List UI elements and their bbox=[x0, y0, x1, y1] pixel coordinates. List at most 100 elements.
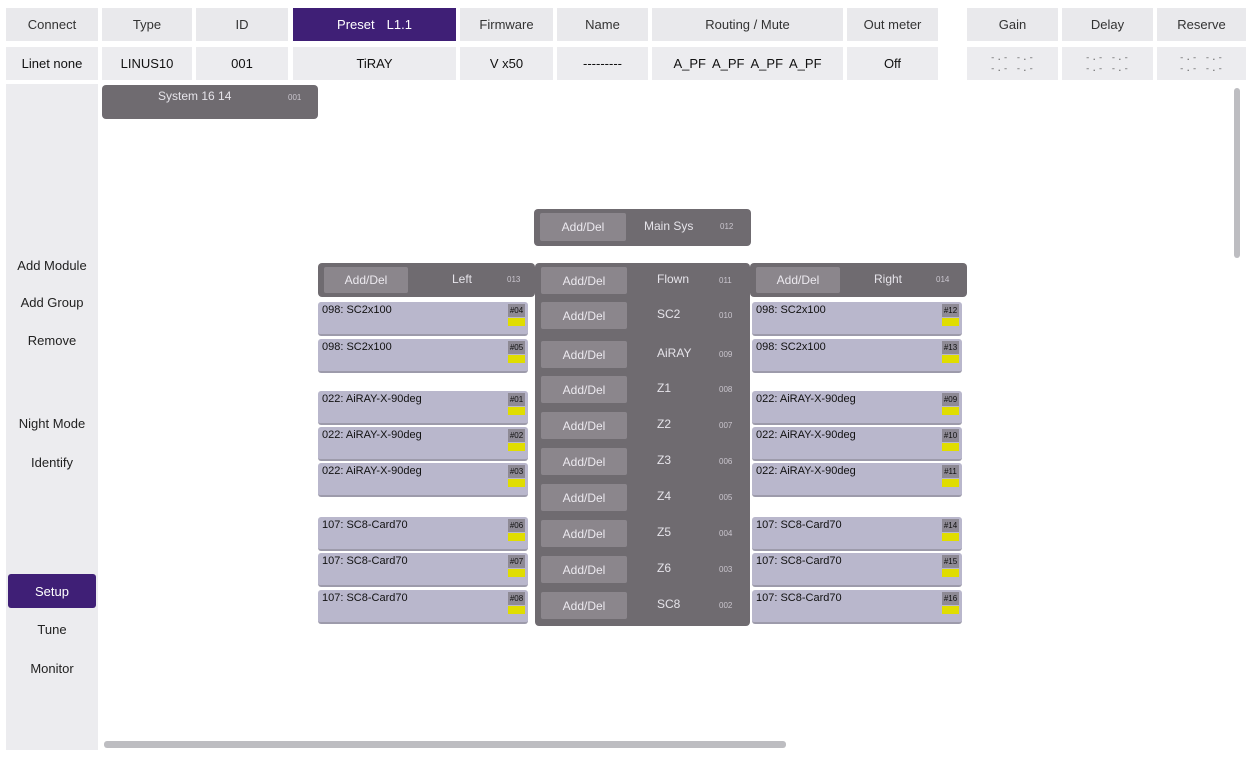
speaker-module[interactable]: 107: SC8-Card70 #14 bbox=[752, 517, 962, 551]
col-header-out-meter[interactable]: Out meter bbox=[847, 8, 938, 41]
speaker-module[interactable]: 098: SC2x100 #04 bbox=[318, 302, 528, 336]
system-group[interactable]: System 16 14 001 bbox=[102, 85, 318, 119]
subgroup-label: Z6 bbox=[657, 561, 672, 575]
preset-label: Preset bbox=[337, 17, 375, 32]
add-del-button[interactable]: Add/Del bbox=[756, 267, 840, 293]
identify-button[interactable]: Identify bbox=[6, 445, 98, 479]
add-del-button[interactable]: Add/Del bbox=[541, 267, 627, 294]
speaker-module[interactable]: 022: AiRAY-X-90deg #09 bbox=[752, 391, 962, 425]
routing-value[interactable]: A_PF bbox=[789, 56, 822, 71]
level-indicator bbox=[942, 479, 959, 487]
add-del-button[interactable]: Add/Del bbox=[541, 302, 627, 329]
subgroup-number: 006 bbox=[719, 457, 733, 466]
module-name: 022: AiRAY-X-90deg bbox=[756, 393, 856, 405]
night-mode-button[interactable]: Night Mode bbox=[6, 406, 98, 440]
add-del-button[interactable]: Add/Del bbox=[541, 341, 627, 368]
add-group-button[interactable]: Add Group bbox=[6, 285, 98, 319]
col-header-reserve[interactable]: Reserve bbox=[1157, 8, 1246, 41]
module-number: #05 bbox=[508, 341, 525, 354]
col-header-gain[interactable]: Gain bbox=[967, 8, 1058, 41]
speaker-module[interactable]: 022: AiRAY-X-90deg #01 bbox=[318, 391, 528, 425]
speaker-module[interactable]: 022: AiRAY-X-90deg #02 bbox=[318, 427, 528, 461]
header-bar: Connect Type ID Preset L1.1 Firmware Nam… bbox=[0, 0, 1246, 82]
horizontal-scrollbar[interactable] bbox=[104, 741, 786, 748]
gain-line: -.- -.- bbox=[990, 52, 1035, 63]
subgroup-number: 008 bbox=[719, 385, 733, 394]
speaker-module[interactable]: 022: AiRAY-X-90deg #11 bbox=[752, 463, 962, 497]
add-del-button[interactable]: Add/Del bbox=[541, 412, 627, 439]
remove-button[interactable]: Remove bbox=[6, 323, 98, 357]
out-meter-value[interactable]: Off bbox=[847, 47, 938, 80]
add-del-button[interactable]: Add/Del bbox=[541, 556, 627, 583]
module-name: 107: SC8-Card70 bbox=[756, 555, 842, 567]
module-number: #14 bbox=[942, 519, 959, 532]
preset-value-cell[interactable]: TiRAY bbox=[293, 47, 456, 80]
speaker-module[interactable]: 107: SC8-Card70 #15 bbox=[752, 553, 962, 587]
add-module-button[interactable]: Add Module bbox=[6, 248, 98, 282]
subgroup-number: 010 bbox=[719, 311, 733, 320]
level-indicator bbox=[508, 533, 525, 541]
module-name: 022: AiRAY-X-90deg bbox=[322, 465, 422, 477]
col-header-id[interactable]: ID bbox=[196, 8, 288, 41]
add-del-button[interactable]: Add/Del bbox=[324, 267, 408, 293]
left-group[interactable]: Add/Del Left 013 bbox=[318, 263, 535, 297]
system-number: 001 bbox=[288, 93, 302, 102]
col-header-name[interactable]: Name bbox=[557, 8, 648, 41]
speaker-module[interactable]: 107: SC8-Card70 #07 bbox=[318, 553, 528, 587]
module-name: 022: AiRAY-X-90deg bbox=[756, 429, 856, 441]
module-name: 022: AiRAY-X-90deg bbox=[756, 465, 856, 477]
col-header-connect[interactable]: Connect bbox=[6, 8, 98, 41]
module-number: #07 bbox=[508, 555, 525, 568]
setup-tab[interactable]: Setup bbox=[8, 574, 96, 608]
reserve-line: -.- -.- bbox=[1179, 63, 1224, 74]
tune-tab[interactable]: Tune bbox=[6, 612, 98, 646]
module-number: #08 bbox=[508, 592, 525, 605]
module-name: 107: SC8-Card70 bbox=[322, 592, 408, 604]
module-name: 107: SC8-Card70 bbox=[322, 555, 408, 567]
vertical-scrollbar[interactable] bbox=[1234, 88, 1240, 258]
module-name: 098: SC2x100 bbox=[756, 304, 826, 316]
speaker-module[interactable]: 107: SC8-Card70 #06 bbox=[318, 517, 528, 551]
routing-value[interactable]: A_PF bbox=[673, 56, 706, 71]
add-del-button[interactable]: Add/Del bbox=[541, 448, 627, 475]
add-del-button[interactable]: Add/Del bbox=[541, 520, 627, 547]
module-number: #02 bbox=[508, 429, 525, 442]
main-sys-group[interactable]: Add/Del Main Sys 012 bbox=[534, 209, 751, 246]
speaker-module[interactable]: 022: AiRAY-X-90deg #03 bbox=[318, 463, 528, 497]
routing-value[interactable]: A_PF bbox=[712, 56, 745, 71]
speaker-module[interactable]: 022: AiRAY-X-90deg #10 bbox=[752, 427, 962, 461]
add-del-button[interactable]: Add/Del bbox=[541, 592, 627, 619]
col-header-preset[interactable]: Preset L1.1 bbox=[293, 8, 456, 41]
speaker-module[interactable]: 098: SC2x100 #12 bbox=[752, 302, 962, 336]
speaker-module[interactable]: 107: SC8-Card70 #08 bbox=[318, 590, 528, 624]
module-number: #13 bbox=[942, 341, 959, 354]
col-header-delay[interactable]: Delay bbox=[1062, 8, 1153, 41]
routing-value[interactable]: A_PF bbox=[751, 56, 784, 71]
level-indicator bbox=[942, 606, 959, 614]
right-group-number: 014 bbox=[936, 275, 950, 284]
subgroup-number: 009 bbox=[719, 350, 733, 359]
col-header-routing[interactable]: Routing / Mute bbox=[652, 8, 843, 41]
speaker-module[interactable]: 098: SC2x100 #13 bbox=[752, 339, 962, 373]
monitor-tab[interactable]: Monitor bbox=[6, 651, 98, 685]
right-group[interactable]: Add/Del Right 014 bbox=[750, 263, 967, 297]
add-del-button[interactable]: Add/Del bbox=[540, 213, 626, 241]
right-group-label: Right bbox=[874, 272, 903, 286]
name-value[interactable]: --------- bbox=[557, 47, 648, 80]
add-del-button[interactable]: Add/Del bbox=[541, 484, 627, 511]
col-header-firmware[interactable]: Firmware bbox=[460, 8, 553, 41]
gain-values: -.- -.- -.- -.- bbox=[967, 47, 1058, 80]
module-name: 022: AiRAY-X-90deg bbox=[322, 393, 422, 405]
gain-line: -.- -.- bbox=[990, 63, 1035, 74]
routing-values[interactable]: A_PF A_PF A_PF A_PF bbox=[652, 47, 843, 80]
module-number: #10 bbox=[942, 429, 959, 442]
reserve-values: -.- -.- -.- -.- bbox=[1157, 47, 1246, 80]
subgroup-number: 004 bbox=[719, 529, 733, 538]
speaker-module[interactable]: 107: SC8-Card70 #16 bbox=[752, 590, 962, 624]
speaker-module[interactable]: 098: SC2x100 #05 bbox=[318, 339, 528, 373]
subgroup-label: AiRAY bbox=[657, 346, 692, 360]
module-number: #06 bbox=[508, 519, 525, 532]
add-del-button[interactable]: Add/Del bbox=[541, 376, 627, 403]
col-header-type[interactable]: Type bbox=[102, 8, 192, 41]
connect-value[interactable]: Linet none bbox=[6, 47, 98, 80]
